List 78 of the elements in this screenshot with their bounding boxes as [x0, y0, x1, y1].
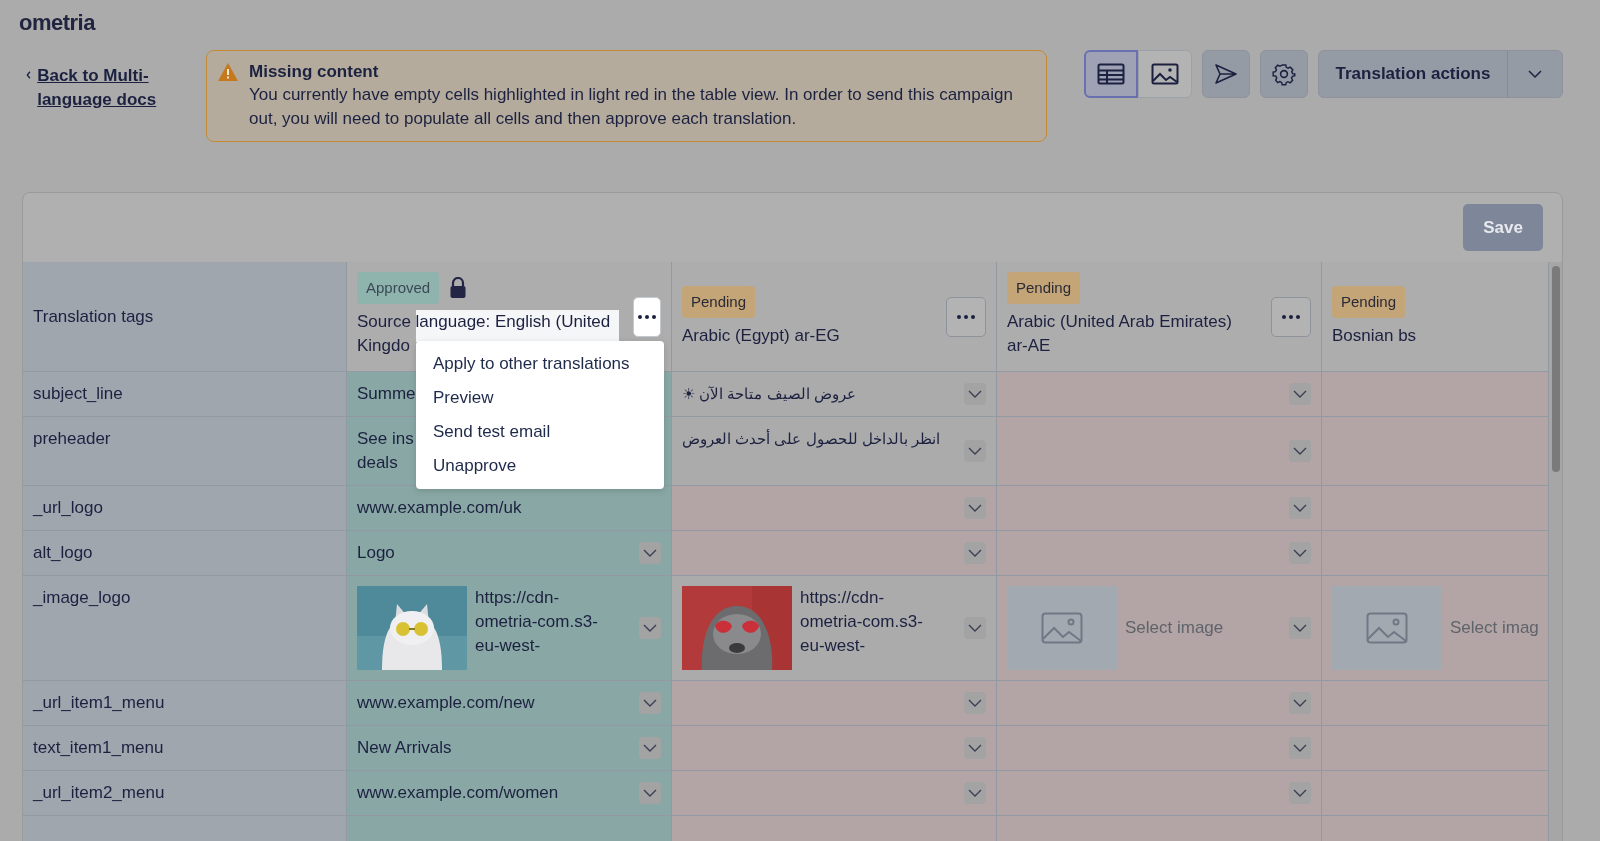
- table-icon: [1097, 63, 1125, 85]
- cell-text: Summe: [357, 383, 416, 405]
- chevron-down-icon[interactable]: [964, 737, 986, 759]
- warning-icon: [217, 62, 239, 82]
- chevron-down-icon[interactable]: [639, 692, 661, 714]
- menu-item[interactable]: Send test email: [416, 415, 664, 449]
- column-header: Bosnian bs: [1332, 324, 1417, 347]
- tag-name: text_item1_menu: [33, 737, 164, 759]
- cell-text: انظر بالداخل للحصول على أحدث العروض: [682, 428, 940, 450]
- chevron-down-icon[interactable]: [1289, 737, 1311, 759]
- cell-text: عروض الصيف متاحة الآن ☀: [682, 384, 856, 405]
- chevron-down-icon: [1527, 69, 1543, 79]
- alert-title: Missing content: [249, 61, 380, 83]
- chevron-down-icon[interactable]: [639, 542, 661, 564]
- send-button[interactable]: [1202, 50, 1250, 98]
- settings-button[interactable]: [1260, 50, 1308, 98]
- chevron-down-icon[interactable]: [1289, 383, 1311, 405]
- image-icon: [1151, 63, 1179, 85]
- more-icon: [956, 314, 976, 320]
- scrollbar[interactable]: [1549, 262, 1562, 841]
- tag-name: _url_logo: [33, 497, 103, 519]
- column-header: Arabic (United Arab Emirates) ar-AE: [1007, 311, 1233, 357]
- more-button[interactable]: [946, 297, 986, 337]
- tag-name: alt_logo: [33, 542, 93, 564]
- chevron-down-icon[interactable]: [639, 617, 661, 639]
- image-url: https://cdn-ometria-com.s3-eu-west-: [475, 587, 599, 657]
- chevron-down-icon[interactable]: [639, 737, 661, 759]
- chevron-left-icon: [26, 69, 32, 81]
- more-button[interactable]: [633, 297, 661, 337]
- more-icon: [637, 314, 657, 320]
- menu-item[interactable]: Preview: [416, 381, 664, 415]
- cell-text: See ins deals: [357, 428, 414, 474]
- cell-text: New Arrivals: [357, 737, 452, 759]
- chevron-down-icon[interactable]: [1289, 497, 1311, 519]
- chevron-down-icon[interactable]: [964, 497, 986, 519]
- chevron-down-icon[interactable]: [964, 383, 986, 405]
- table-view-button[interactable]: [1084, 50, 1138, 98]
- status-badge: Pending: [682, 285, 756, 318]
- chevron-down-icon[interactable]: [1289, 542, 1311, 564]
- more-icon: [1281, 314, 1301, 320]
- status-badge: Approved: [357, 272, 440, 304]
- chevron-down-icon[interactable]: [1289, 782, 1311, 804]
- select-image-text: Select imag: [1450, 617, 1539, 640]
- image-icon: [1041, 612, 1083, 644]
- alert-message: You currently have empty cells highlighted in light red in the table view. In order to send this campaign out, you will need to populate all cells and then approve each translation.: [249, 84, 1014, 130]
- cell-text: Logo: [357, 542, 395, 564]
- chevron-down-icon[interactable]: [964, 440, 986, 462]
- cell-text: www.example.com/women: [357, 782, 559, 804]
- cell-text: www.example.com/uk: [357, 497, 522, 519]
- status-badge: Pending: [1007, 272, 1081, 304]
- chevron-down-icon[interactable]: [1289, 440, 1311, 462]
- chevron-down-icon[interactable]: [964, 542, 986, 564]
- column-header: Translation tags: [33, 305, 154, 328]
- menu-item[interactable]: Apply to other translations: [416, 347, 664, 381]
- more-button[interactable]: [1271, 297, 1311, 337]
- image-view-button[interactable]: [1138, 50, 1192, 98]
- settings-icon: [1272, 62, 1296, 86]
- back-link[interactable]: Back to Multi-language docs: [37, 64, 186, 112]
- tag-name: subject_line: [33, 383, 123, 405]
- select-image-text: Select image: [1125, 617, 1224, 640]
- logo: ometria: [18, 9, 95, 37]
- tag-name: _image_logo: [33, 587, 131, 609]
- tag-name: _url_item2_menu: [33, 782, 165, 804]
- send-icon: [1214, 63, 1238, 85]
- tag-name: preheader: [33, 428, 111, 450]
- chevron-down-icon[interactable]: [639, 782, 661, 804]
- tag-name: _url_item1_menu: [33, 692, 165, 714]
- menu-item[interactable]: Unapprove: [416, 449, 664, 483]
- image-url: https://cdn-ometria-com.s3-eu-west-: [800, 587, 924, 657]
- chevron-down-icon[interactable]: [964, 782, 986, 804]
- chevron-down-icon[interactable]: [1289, 617, 1311, 639]
- status-badge: Pending: [1332, 285, 1406, 318]
- image-icon: [1366, 612, 1408, 644]
- chevron-down-icon[interactable]: [1289, 692, 1311, 714]
- column-header: Arabic (Egypt) ar-EG: [682, 324, 840, 347]
- chevron-down-icon[interactable]: [964, 617, 986, 639]
- chevron-down-icon[interactable]: [964, 692, 986, 714]
- cell-text: www.example.com/new: [357, 692, 535, 714]
